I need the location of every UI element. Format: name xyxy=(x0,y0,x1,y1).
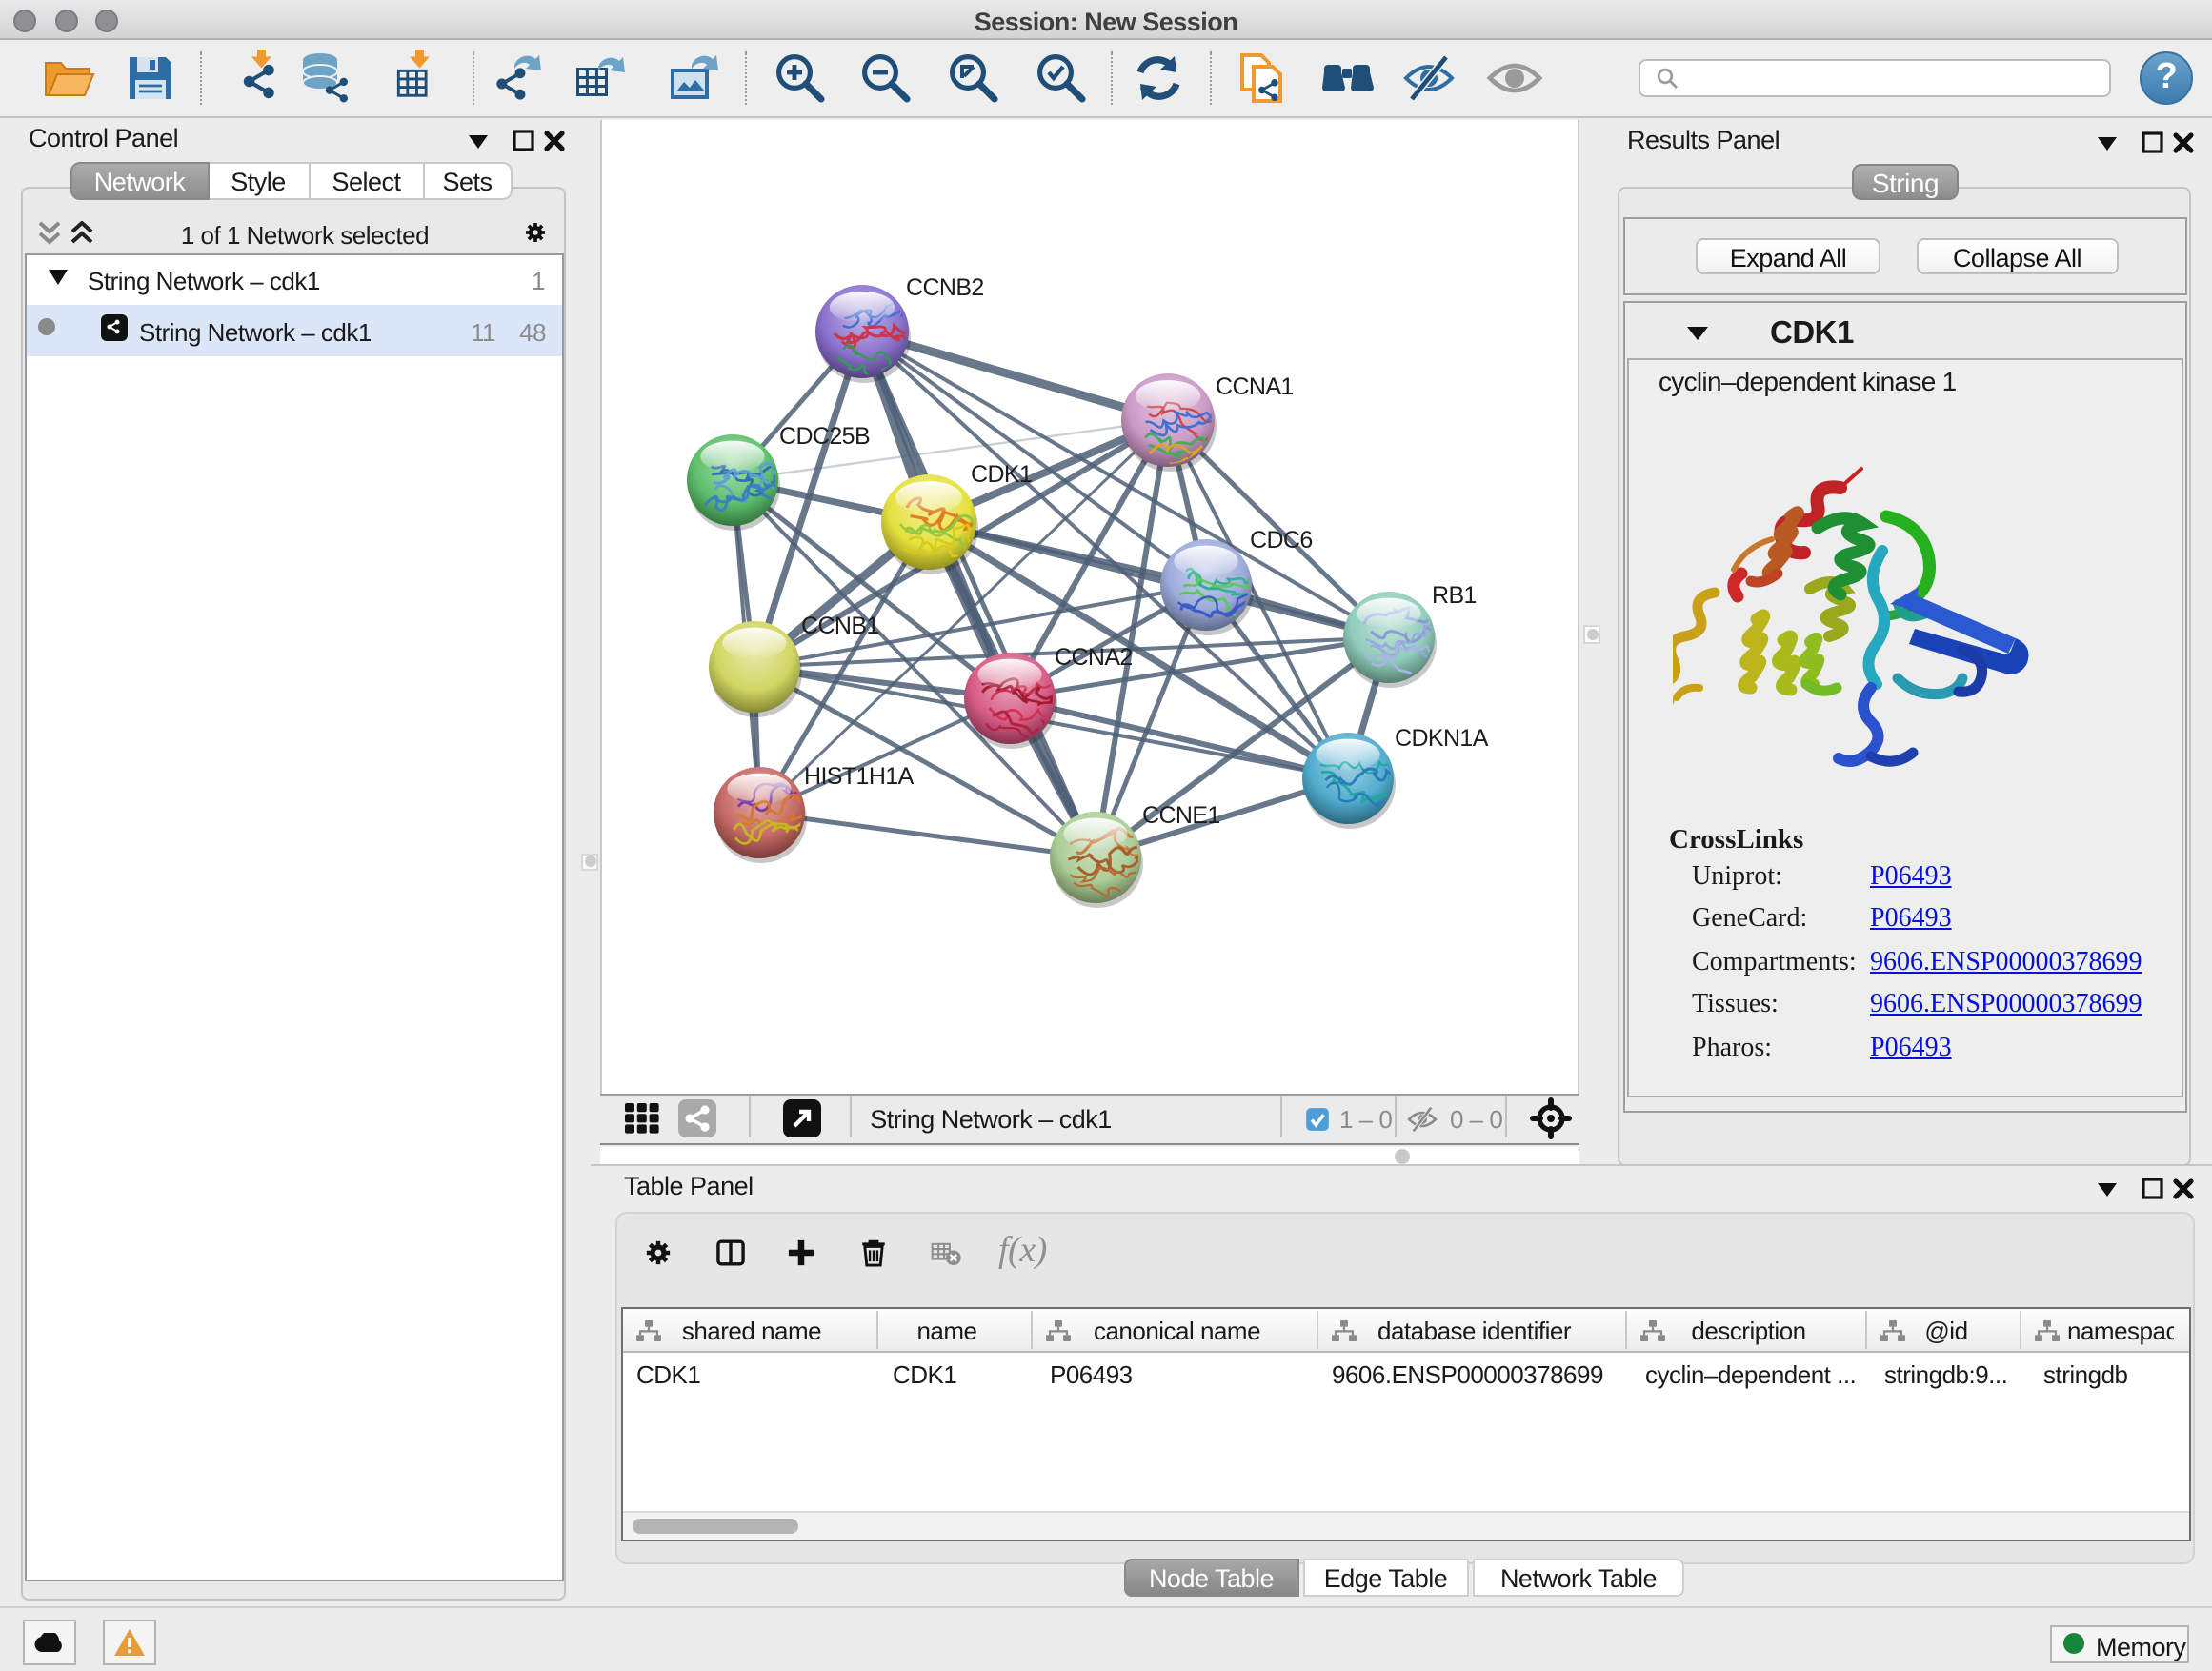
svg-text:CDK1: CDK1 xyxy=(971,460,1032,487)
svg-text:CDKN1A: CDKN1A xyxy=(1395,724,1489,751)
svg-text:CCNB2: CCNB2 xyxy=(906,273,984,300)
svg-text:CCNA1: CCNA1 xyxy=(1216,372,1294,399)
svg-text:CCNA2: CCNA2 xyxy=(1055,643,1133,670)
svg-text:HIST1H1A: HIST1H1A xyxy=(804,762,915,789)
svg-text:CDC25B: CDC25B xyxy=(779,422,870,449)
svg-text:CCNE1: CCNE1 xyxy=(1142,801,1220,828)
svg-text:CCNB1: CCNB1 xyxy=(801,612,879,638)
svg-text:RB1: RB1 xyxy=(1432,581,1477,608)
svg-text:CDC6: CDC6 xyxy=(1250,526,1313,553)
